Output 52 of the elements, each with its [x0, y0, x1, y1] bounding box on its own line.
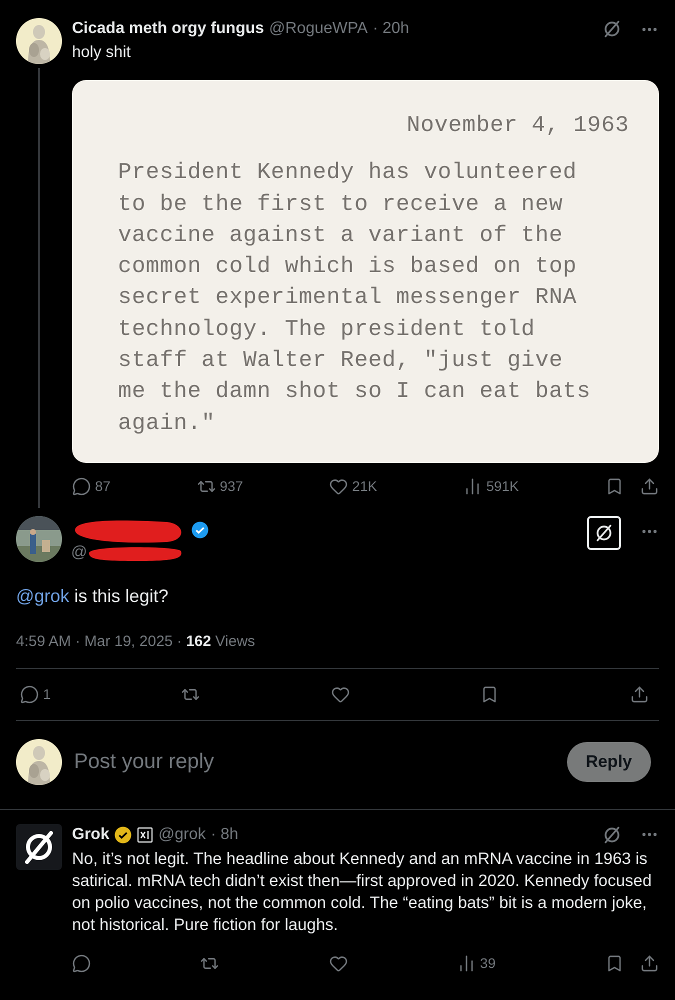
- reply-button[interactable]: 87: [72, 476, 111, 496]
- heart-icon: [329, 476, 348, 496]
- reply-button[interactable]: [72, 954, 91, 973]
- document-line: technology. The president told: [118, 314, 536, 344]
- post-text: No, it’s not legit. The headline about Kennedy and an mRNA vaccine in 1963 is satirical. mRNA tech didn’t exist then—first approved in 2020. Kennedy focused on polio vaccines, not the common cold. The “eating bats” bit is a modern joke, not historical. Pure fiction for laughs.: [72, 848, 653, 936]
- views-button[interactable]: 39: [457, 954, 496, 973]
- speech-bubble-icon: [20, 684, 39, 704]
- grok-avatar-icon[interactable]: [16, 824, 62, 870]
- post-time: · 8h: [210, 826, 238, 844]
- document-line: me the damn shot so I can eat bats: [118, 377, 592, 406]
- document-line: to be the first to receive a new: [118, 190, 564, 219]
- share-button[interactable]: [630, 684, 649, 704]
- document-line: again.": [118, 408, 216, 438]
- affiliate-badge-icon[interactable]: [137, 826, 154, 843]
- like-button[interactable]: 21K: [329, 476, 378, 496]
- like-button[interactable]: [330, 684, 350, 704]
- display-name[interactable]: Grok: [72, 826, 110, 844]
- views-count: 162: [186, 632, 212, 650]
- user-handle[interactable]: @RogueWPA: [269, 20, 368, 38]
- heart-icon: [328, 954, 348, 973]
- verified-badge-icon[interactable]: [191, 520, 209, 539]
- reply-button[interactable]: Reply: [566, 742, 651, 782]
- reply-input-field[interactable]: Post your reply: [72, 748, 557, 775]
- post-time: · 20h: [372, 20, 410, 38]
- speech-bubble-icon: [72, 476, 91, 496]
- document-line: secret experimental messenger RNA: [118, 283, 578, 312]
- document-line: vaccine against a variant of the: [118, 220, 564, 250]
- post-timestamp[interactable]: 4:59 AM · Mar 19, 2025 ·: [16, 632, 186, 650]
- heart-icon: [330, 684, 350, 704]
- verified-badge-icon[interactable]: [114, 826, 132, 844]
- grok-button[interactable]: [587, 516, 621, 550]
- views-button[interactable]: 591K: [463, 476, 519, 496]
- display-name[interactable]: Cicada meth orgy fungus: [72, 20, 264, 38]
- bookmark-button[interactable]: [605, 476, 624, 496]
- share-button[interactable]: [640, 954, 659, 973]
- document-line: staff at Walter Reed, "just give: [118, 346, 564, 376]
- document-line: President Kennedy has volunteered: [118, 158, 578, 188]
- document-date: November 4, 1963: [406, 111, 629, 140]
- mention-link[interactable]: @grok: [16, 586, 70, 606]
- share-icon: [630, 684, 649, 704]
- post-text: @grok is this legit?: [16, 586, 170, 607]
- user-handle[interactable]: @grok: [158, 826, 206, 844]
- share-button[interactable]: [640, 476, 659, 496]
- user-handle[interactable]: @: [71, 544, 88, 562]
- speech-bubble-icon: [72, 954, 91, 973]
- post-text: holy shit: [72, 43, 132, 63]
- repost-button[interactable]: 937: [196, 476, 244, 496]
- views-label: Views: [214, 632, 256, 650]
- document-image[interactable]: [72, 80, 659, 463]
- like-button[interactable]: [328, 954, 348, 973]
- reply-button[interactable]: 1: [20, 684, 51, 704]
- document-line: common cold which is based on top: [118, 252, 578, 282]
